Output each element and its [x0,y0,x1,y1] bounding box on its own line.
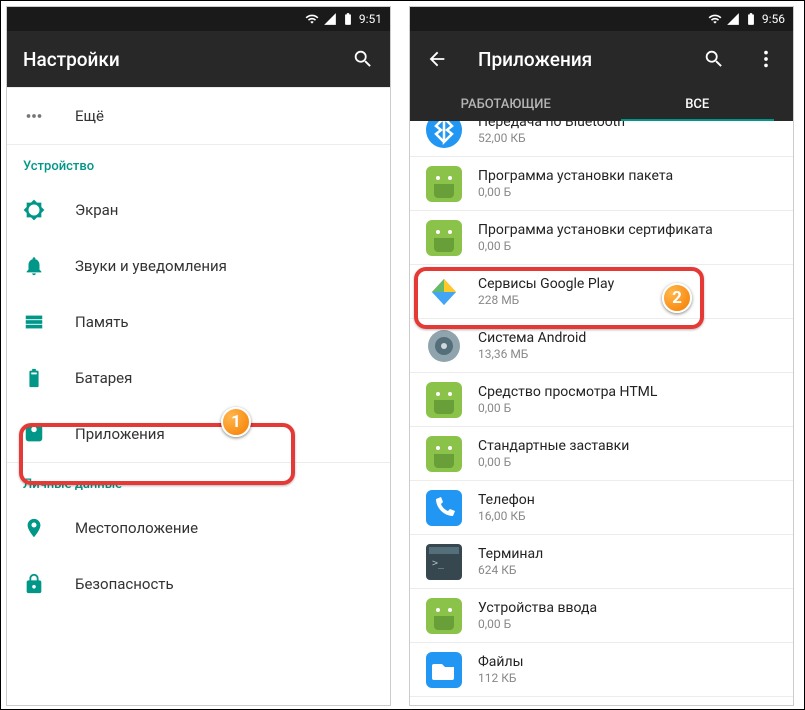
app-size: 112 КБ [478,671,523,685]
app-name: Программа установки пакета [478,168,673,184]
app-name: Программа установки сертификата [478,222,713,238]
search-icon[interactable] [352,48,374,70]
app-row[interactable]: Система Android13,36 МБ [410,319,793,373]
app-size: 0,00 Б [478,185,673,199]
app-size: 52,00 КБ [478,131,625,145]
bluetooth-icon [426,121,462,148]
row-location[interactable]: Местоположение [7,500,390,556]
app-row[interactable]: Программа установки пакета0,00 Б [410,157,793,211]
more-icon [23,105,45,127]
toolbar: Настройки [7,31,390,87]
row-apps[interactable]: Приложения [7,406,390,462]
app-row[interactable]: Средство просмотра HTML0,00 Б [410,373,793,427]
tabs: РАБОТАЮЩИЕ ВСЕ [410,87,793,121]
app-name: Файлы [478,654,523,670]
signal-icon [726,12,740,26]
play-icon [426,274,462,310]
signal-icon [323,12,337,26]
app-name: Стандартные заставки [478,438,629,454]
app-name: Передача по Bluetooth [478,121,625,130]
android-icon [426,598,462,634]
terminal-icon [426,544,462,580]
apps-icon [23,423,45,445]
app-size: 624 КБ [478,563,543,577]
row-label: Местоположение [75,519,198,537]
page-title: Настройки [23,48,322,71]
section-personal: Личные данные [7,463,390,500]
row-more[interactable]: Ещё [7,88,390,144]
android-icon [426,166,462,202]
page-title: Приложения [478,48,673,71]
row-storage[interactable]: Память [7,294,390,350]
app-size: 13,36 МБ [478,347,586,361]
app-name: Терминал [478,546,543,562]
app-size: 0,00 Б [478,617,597,631]
app-row[interactable]: Терминал624 КБ [410,535,793,589]
battery-icon [341,12,355,26]
status-time: 9:51 [359,12,382,26]
search-icon[interactable] [703,48,725,70]
app-size: 0,00 Б [478,239,713,253]
settings-screen: 9:51 Настройки Ещё Устройство Экран Звук… [6,6,391,706]
wifi-icon [305,12,319,26]
tab-running[interactable]: РАБОТАЮЩИЕ [410,87,602,121]
app-size: 0,00 Б [478,455,629,469]
row-battery[interactable]: Батарея [7,350,390,406]
row-security[interactable]: Безопасность [7,556,390,612]
app-name: Система Android [478,330,586,346]
app-row[interactable]: Файлы112 КБ [410,643,793,697]
row-label: Звуки и уведомления [75,257,227,275]
app-size: 228 МБ [478,293,614,307]
settings-list: Ещё Устройство Экран Звуки и уведомления… [7,87,390,705]
status-bar: 9:56 [410,7,793,31]
phone-icon [426,490,462,526]
app-row[interactable]: Программа установки сертификата0,00 Б [410,211,793,265]
tab-all[interactable]: ВСЕ [602,87,794,121]
lock-icon [23,573,45,595]
back-icon[interactable] [426,48,448,70]
system-icon [426,328,462,364]
row-display[interactable]: Экран [7,182,390,238]
app-name: Средство просмотра HTML [478,384,657,400]
overflow-icon[interactable] [755,48,777,70]
app-size: 0,00 Б [478,401,657,415]
section-device: Устройство [7,145,390,182]
battery-icon [744,12,758,26]
display-icon [23,199,45,221]
row-label: Приложения [75,425,165,443]
files-icon [426,652,462,688]
android-icon [426,382,462,418]
row-label: Память [75,313,129,331]
app-row[interactable]: Сервисы Google Play228 МБ [410,265,793,319]
status-bar: 9:51 [7,7,390,31]
app-name: Сервисы Google Play [478,276,614,292]
apps-screen: 9:56 Приложения РАБОТАЮЩИЕ ВСЕ Передача … [409,6,794,706]
apps-list: Передача по Bluetooth52,00 КБПрограмма у… [410,121,793,705]
row-sound[interactable]: Звуки и уведомления [7,238,390,294]
toolbar: Приложения [410,31,793,87]
bell-icon [23,255,45,277]
app-row[interactable]: Устройства ввода0,00 Б [410,589,793,643]
storage-icon [23,311,45,333]
app-size: 16,00 КБ [478,509,535,523]
android-icon [426,436,462,472]
row-label: Безопасность [75,575,174,593]
row-label: Ещё [75,107,104,125]
row-label: Экран [75,201,118,219]
wifi-icon [708,12,722,26]
app-name: Устройства ввода [478,600,597,616]
android-icon [426,220,462,256]
row-label: Батарея [75,369,132,387]
location-icon [23,517,45,539]
app-row[interactable]: Стандартные заставки0,00 Б [410,427,793,481]
app-row[interactable]: Телефон16,00 КБ [410,481,793,535]
app-name: Телефон [478,492,535,508]
app-row[interactable]: Передача по Bluetooth52,00 КБ [410,121,793,157]
status-time: 9:56 [762,12,785,26]
battery-icon [23,367,45,389]
